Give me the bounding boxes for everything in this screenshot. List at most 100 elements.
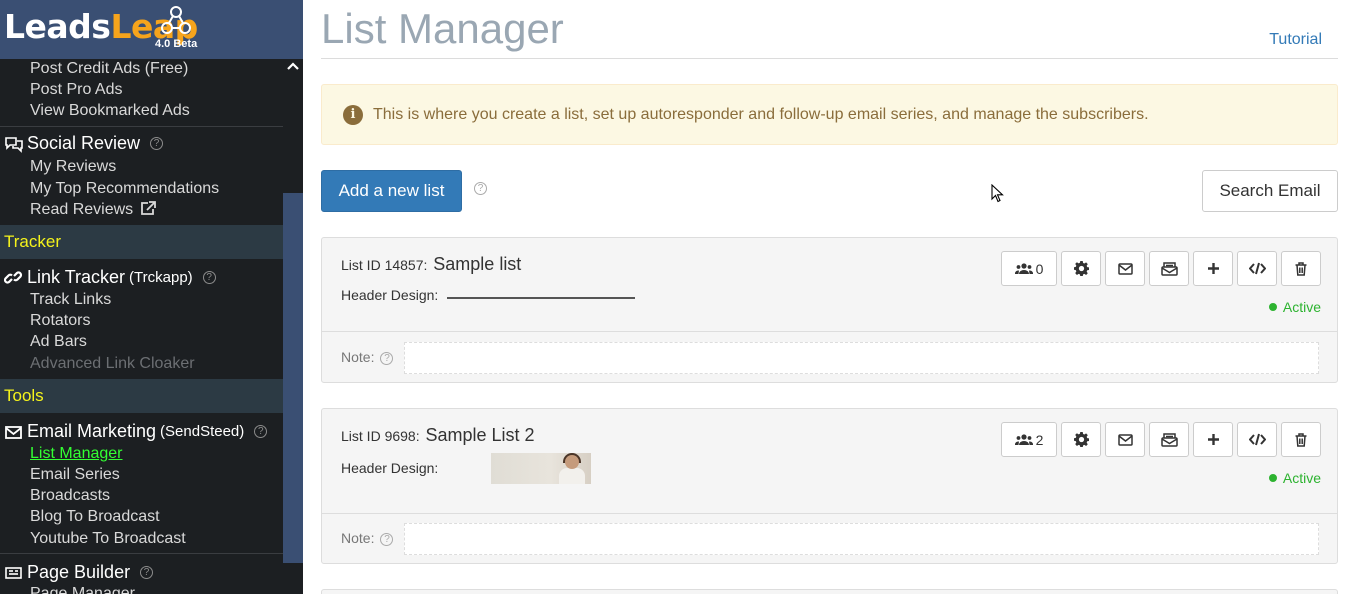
sidebar-item-view-bookmarked-ads[interactable]: View Bookmarked Ads	[30, 102, 190, 120]
sidebar-item-advanced-link-cloaker[interactable]: Advanced Link Cloaker	[30, 355, 195, 373]
subscribers-button[interactable]: 2	[1001, 422, 1057, 457]
envelope-icon	[5, 425, 22, 439]
sidebar-item-rotators[interactable]: Rotators	[30, 312, 90, 330]
sidebar-item-post-credit-ads[interactable]: Post Credit Ads (Free)	[30, 60, 188, 78]
logo-version: 4.0 Beta	[155, 38, 198, 50]
add-new-list-button[interactable]: Add a new list	[321, 170, 462, 212]
add-button[interactable]	[1193, 422, 1233, 457]
email-button[interactable]	[1105, 251, 1145, 286]
help-icon[interactable]: ?	[380, 352, 394, 365]
help-icon[interactable]: ?	[150, 137, 164, 150]
gear-icon	[1073, 432, 1089, 447]
envelope-open-icon	[1160, 432, 1178, 447]
status-badge: Active	[1268, 470, 1321, 486]
info-alert: i This is where you create a list, set u…	[321, 84, 1338, 145]
subscriber-count: 2	[1035, 431, 1044, 448]
sidebar-group-email-marketing[interactable]: Email Marketing (SendSteed) ?	[4, 421, 268, 442]
envelope-icon	[1117, 433, 1133, 446]
sidebar-group-social-review[interactable]: Social Review ?	[4, 133, 164, 154]
sidebar-group-title: Email Marketing	[27, 421, 157, 441]
scroll-up-chevron-icon[interactable]	[287, 62, 299, 70]
sidebar: LeadsLeap 4.0 Beta Post Credit Ads (Free…	[0, 0, 303, 594]
sidebar-group-title: Page Builder	[27, 562, 131, 582]
sidebar-item-my-reviews[interactable]: My Reviews	[30, 158, 116, 176]
email-button[interactable]	[1105, 422, 1145, 457]
list-card: List ID 14857: Sample list Header Design…	[321, 237, 1338, 383]
logo-bar[interactable]: LeadsLeap 4.0 Beta	[0, 0, 303, 59]
list-card-header: List ID 14857: Sample list Header Design…	[322, 238, 1337, 332]
add-button[interactable]	[1193, 251, 1233, 286]
list-actions: 0	[1001, 251, 1325, 286]
note-input[interactable]	[404, 342, 1319, 374]
embed-code-button[interactable]	[1237, 422, 1277, 457]
search-email-button[interactable]: Search Email	[1202, 170, 1338, 212]
comments-icon	[5, 136, 23, 153]
sidebar-item-label: Read Reviews	[30, 201, 134, 218]
sidebar-group-subtitle: (Trckapp)	[129, 269, 193, 286]
subscriber-count: 0	[1035, 260, 1044, 277]
sidebar-item-ad-bars[interactable]: Ad Bars	[30, 333, 87, 351]
list-name[interactable]: Sample List 2	[426, 425, 535, 445]
sidebar-item-blog-to-broadcast[interactable]: Blog To Broadcast	[30, 508, 160, 526]
delete-button[interactable]	[1281, 251, 1321, 286]
sidebar-divider	[0, 553, 283, 554]
sidebar-item-read-reviews[interactable]: Read Reviews	[30, 201, 156, 219]
gear-icon	[1073, 261, 1089, 276]
header-design-label: Header Design:	[341, 460, 439, 476]
note-label: Note:?	[341, 530, 394, 546]
email-series-button[interactable]	[1149, 251, 1189, 286]
sidebar-item-broadcasts[interactable]: Broadcasts	[30, 487, 110, 505]
list-card: List ID 9698: Sample List 2 Header Desig…	[321, 408, 1338, 564]
email-series-button[interactable]	[1149, 422, 1189, 457]
list-id: List ID 9698: Sample List 2	[341, 425, 535, 445]
sidebar-item-track-links[interactable]: Track Links	[30, 291, 111, 309]
help-icon[interactable]: ?	[474, 182, 487, 195]
help-icon[interactable]: ?	[140, 566, 154, 579]
sidebar-item-list-manager[interactable]: List Manager	[30, 445, 123, 463]
delete-button[interactable]	[1281, 422, 1321, 457]
trash-icon	[1295, 432, 1307, 447]
sidebar-group-subtitle: (SendSteed)	[160, 423, 245, 440]
tutorial-link[interactable]: Tutorial	[1269, 31, 1322, 49]
list-name[interactable]: Sample list	[433, 254, 521, 274]
plus-icon	[1207, 263, 1219, 274]
header-design-image[interactable]	[491, 453, 591, 484]
external-link-icon	[140, 201, 156, 215]
settings-button[interactable]	[1061, 422, 1101, 457]
envelope-open-icon	[1160, 261, 1178, 276]
settings-button[interactable]	[1061, 251, 1101, 286]
header-design-preview[interactable]	[447, 297, 635, 299]
plus-icon	[1207, 434, 1219, 445]
help-icon[interactable]: ?	[380, 533, 394, 546]
list-id: List ID 14857: Sample list	[341, 254, 522, 274]
sidebar-item-post-pro-ads[interactable]: Post Pro Ads	[30, 81, 123, 99]
sidebar-item-page-manager[interactable]: Page Manager	[30, 585, 135, 594]
list-card-header: List ID 9698: Sample List 2 Header Desig…	[322, 409, 1337, 514]
sidebar-scrollbar-thumb[interactable]	[283, 193, 303, 563]
sidebar-item-email-series[interactable]: Email Series	[30, 466, 120, 484]
header-design-label: Header Design:	[341, 287, 439, 303]
users-icon	[1014, 433, 1033, 445]
title-divider	[321, 58, 1338, 59]
envelope-icon	[1117, 262, 1133, 275]
embed-code-button[interactable]	[1237, 251, 1277, 286]
sidebar-item-my-top-recommendations[interactable]: My Top Recommendations	[30, 180, 219, 198]
sidebar-group-page-builder[interactable]: Page Builder ?	[4, 562, 154, 583]
info-icon: i	[343, 105, 363, 125]
status-badge: Active	[1268, 299, 1321, 315]
subscribers-button[interactable]: 0	[1001, 251, 1057, 286]
sidebar-group-link-tracker[interactable]: Link Tracker (Trckapp) ?	[4, 267, 216, 288]
note-input[interactable]	[404, 523, 1319, 555]
sidebar-section-tracker: Tracker	[0, 225, 283, 259]
list-card	[321, 589, 1338, 594]
help-icon[interactable]: ?	[254, 425, 268, 438]
help-icon[interactable]: ?	[202, 271, 216, 284]
code-icon	[1248, 433, 1266, 446]
sidebar-section-tools: Tools	[0, 379, 283, 413]
page-title: List Manager	[321, 5, 564, 52]
sidebar-item-youtube-to-broadcast[interactable]: Youtube To Broadcast	[30, 530, 186, 548]
trash-icon	[1295, 261, 1307, 276]
sidebar-group-title: Link Tracker	[27, 267, 126, 287]
logo-molecule-icon	[161, 6, 191, 34]
newspaper-icon	[5, 566, 22, 579]
